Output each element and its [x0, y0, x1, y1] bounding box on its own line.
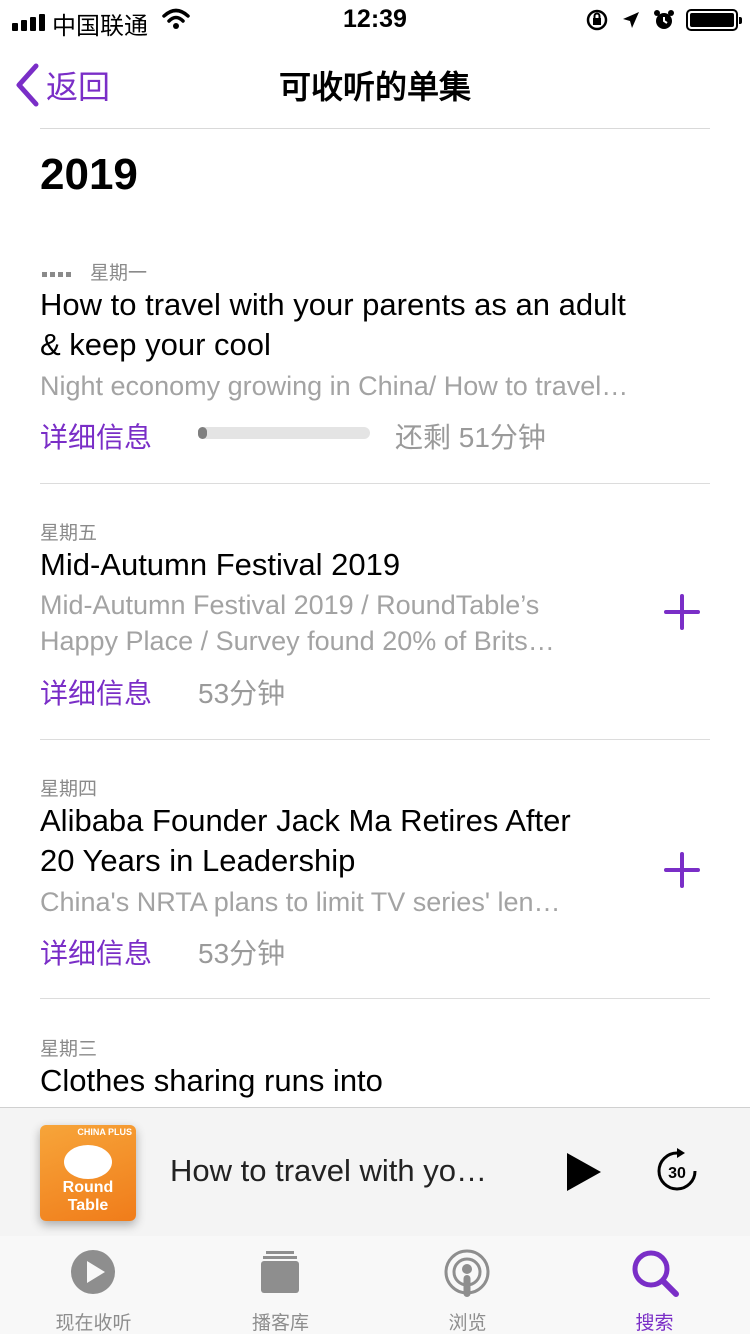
artwork-text: Round	[62, 1179, 114, 1196]
episode-divider	[40, 998, 710, 999]
episode-day: 星期五	[40, 523, 98, 544]
tab-browse[interactable]: 浏览	[374, 1236, 561, 1334]
episode-title-line: 20 Years in Leadership	[40, 843, 356, 878]
tab-label: 搜索	[635, 1313, 674, 1334]
section-year: 2019	[40, 150, 138, 199]
episode-title[interactable]: How to travel with your parents as an ad…	[40, 285, 700, 365]
skip-forward-button[interactable]: 30	[654, 1147, 700, 1200]
playback-progress-fill	[198, 427, 207, 439]
tab-bar: 现在收听 播客库 浏览 搜索	[0, 1236, 750, 1334]
search-icon	[632, 1250, 679, 1297]
tab-listen-now[interactable]: 现在收听	[0, 1236, 187, 1334]
skip-forward-30-icon: 30	[657, 1148, 697, 1191]
skip-seconds-label: 30	[668, 1165, 686, 1182]
library-icon	[261, 1251, 299, 1293]
details-link[interactable]: 详细信息	[40, 672, 152, 712]
mini-player[interactable]: CHINA PLUS Round Table How to travel wit…	[0, 1107, 750, 1237]
add-episode-button[interactable]	[660, 848, 704, 892]
more-dots-icon	[42, 272, 71, 277]
episode-description: Night economy growing in China/ How to t…	[40, 371, 629, 401]
plus-icon	[664, 594, 700, 630]
episode-duration: 53分钟	[198, 938, 286, 969]
episode-day: 星期三	[40, 1039, 98, 1060]
playback-progress-bar	[198, 427, 370, 439]
episode-day: 星期四	[40, 779, 98, 800]
episode-title-line: Alibaba Founder Jack Ma Retires After	[40, 803, 571, 838]
episode-divider	[40, 739, 710, 740]
episode-remaining-time: 还剩 51分钟	[395, 422, 546, 453]
artwork-text: Table	[67, 1197, 109, 1214]
details-link[interactable]: 详细信息	[40, 416, 152, 456]
add-episode-button[interactable]	[660, 590, 704, 634]
nav-divider	[40, 128, 710, 129]
episode-divider	[40, 483, 710, 484]
tab-label: 播客库	[251, 1313, 309, 1334]
play-icon	[567, 1153, 601, 1191]
episode-title[interactable]: Mid-Autumn Festival 2019	[40, 545, 700, 585]
orientation-lock-icon	[586, 9, 608, 31]
tab-search[interactable]: 搜索	[561, 1236, 748, 1334]
episode-title[interactable]: Clothes sharing runs into	[40, 1061, 700, 1101]
tab-label: 现在收听	[55, 1313, 132, 1334]
episode-title-line: & keep your cool	[40, 327, 271, 362]
play-button[interactable]	[565, 1152, 603, 1197]
episode-description-line: Mid-Autumn Festival 2019 / RoundTable’s	[40, 590, 540, 620]
episode-title[interactable]: Alibaba Founder Jack Ma Retires After 20…	[40, 801, 700, 881]
battery-icon	[686, 9, 742, 31]
episode-description: Mid-Autumn Festival 2019 / RoundTable’s …	[40, 587, 555, 659]
episode-description: China's NRTA plans to limit TV series' l…	[40, 887, 561, 917]
podcast-artwork[interactable]: CHINA PLUS Round Table	[40, 1125, 136, 1221]
tab-library[interactable]: 播客库	[187, 1236, 374, 1334]
page-title: 可收听的单集	[278, 69, 471, 105]
artwork-brand: CHINA PLUS	[77, 1127, 132, 1137]
plus-icon	[664, 852, 700, 888]
artwork-mascot	[64, 1145, 112, 1179]
navigation-bar: 返回 可收听的单集	[0, 40, 750, 128]
status-bar: 中国联通 12:39	[0, 0, 750, 40]
episode-day: 星期一	[90, 263, 148, 284]
podcast-icon	[444, 1249, 490, 1297]
now-playing-title[interactable]: How to travel with yo…	[170, 1153, 487, 1189]
episode-duration: 53分钟	[198, 678, 286, 709]
episode-title-line: How to travel with your parents as an ad…	[40, 287, 626, 322]
play-circle-icon	[71, 1250, 115, 1294]
location-icon	[623, 12, 639, 28]
alarm-icon	[654, 10, 674, 29]
details-link[interactable]: 详细信息	[40, 932, 152, 972]
episode-description-line: Happy Place / Survey found 20% of Brits…	[40, 626, 555, 656]
tab-label: 浏览	[448, 1313, 487, 1334]
